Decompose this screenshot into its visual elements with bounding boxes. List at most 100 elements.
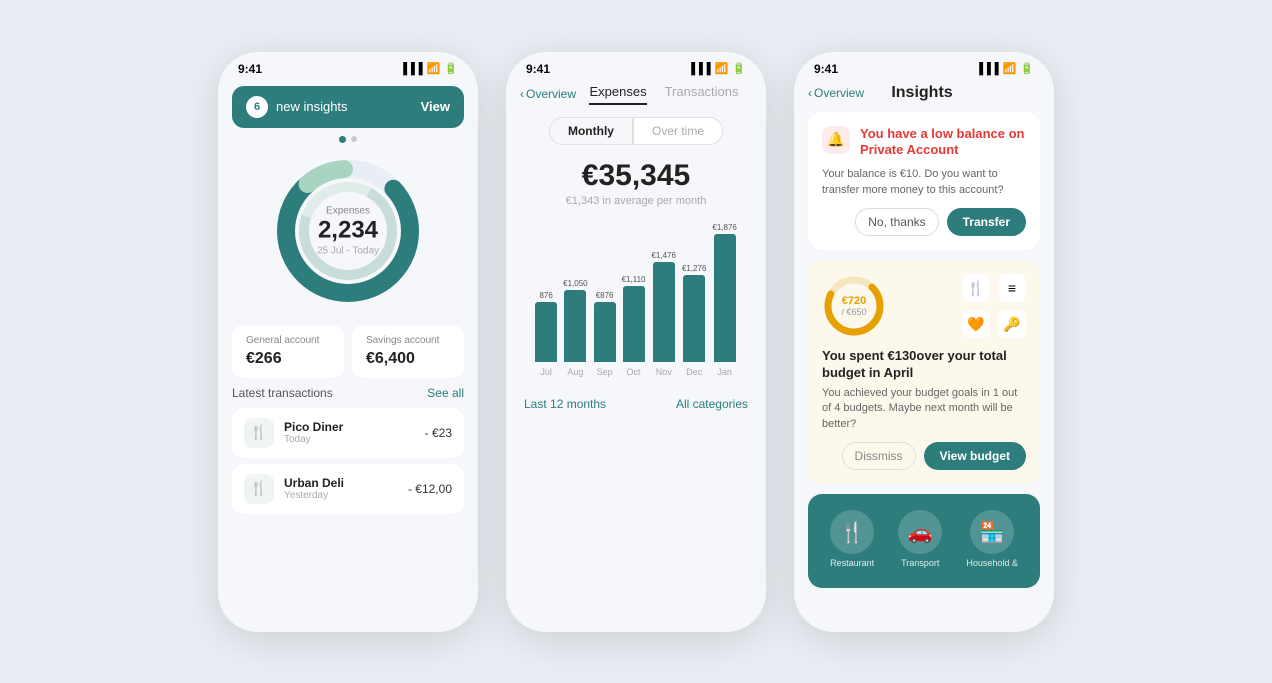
budget-donut: €720 / €650 <box>822 274 886 338</box>
bar-col-jan: €1,876 Jan <box>712 223 736 377</box>
tab-transactions[interactable]: Transactions <box>665 84 739 105</box>
bar-col-sep: €876 Sep <box>594 291 616 377</box>
bar-amount-oct: €1,110 <box>622 275 646 284</box>
budget-icons-grid: 🍴 ≡ 🧡 🔑 <box>962 274 1026 338</box>
general-account-card[interactable]: General account €266 <box>232 325 344 378</box>
bar-amount-nov: €1,476 <box>651 251 675 260</box>
low-balance-header: 🔔 You have a low balance on Private Acco… <box>822 126 1026 160</box>
battery-icon: 🔋 <box>444 62 458 75</box>
dismiss-btn[interactable]: Dissmiss <box>842 442 916 470</box>
low-balance-actions: No, thanks Transfer <box>822 208 1026 236</box>
cat-item-restaurant[interactable]: 🍴 Restaurant <box>830 510 874 568</box>
phone-2: 9:41 ▐▐▐ 📶 🔋 ‹ Overview Expenses Transac… <box>506 52 766 632</box>
wifi-icon: 📶 <box>1003 62 1017 75</box>
cat-icon-transport: 🚗 <box>898 510 942 554</box>
filter-overtime-btn[interactable]: Over time <box>633 117 723 145</box>
bar-col-nov: €1,476 Nov <box>651 251 675 377</box>
dot-inactive[interactable] <box>351 136 357 142</box>
budget-donut-amount: €720 <box>841 295 866 307</box>
budget-icon-1: 🍴 <box>962 274 990 302</box>
tx-info-2: Urban Deli Yesterday <box>284 476 408 501</box>
status-icons-3: ▐▐▐ 📶 🔋 <box>975 62 1034 75</box>
cat-icon-restaurant: 🍴 <box>830 510 874 554</box>
budget-actions: Dissmiss View budget <box>822 442 1026 470</box>
bar-chart: 876 Jul €1,050 Aug €876 Sep €1,110 <box>506 217 766 377</box>
bar-rect-oct <box>623 286 645 362</box>
tx-info-1: Pico Diner Today <box>284 420 425 445</box>
insight-banner[interactable]: 6 new insights View <box>232 86 464 128</box>
cat-item-household[interactable]: 🏪 Household & <box>966 510 1018 568</box>
filter-monthly-btn[interactable]: Monthly <box>549 117 633 145</box>
dots-row <box>218 136 478 143</box>
table-row[interactable]: 🍴 Pico Diner Today - €23 <box>232 408 464 458</box>
insights-back-btn[interactable]: ‹ Overview <box>808 86 864 100</box>
cat-item-transport[interactable]: 🚗 Transport <box>898 510 942 568</box>
savings-account-value: €6,400 <box>366 350 450 368</box>
savings-account-card[interactable]: Savings account €6,400 <box>352 325 464 378</box>
cat-label-transport: Transport <box>901 558 939 568</box>
bell-icon: 🔔 <box>822 126 850 154</box>
view-budget-btn[interactable]: View budget <box>924 442 1026 470</box>
tx-name-2: Urban Deli <box>284 476 408 490</box>
transactions-title: Latest transactions <box>232 386 333 400</box>
bar-rect-jul <box>535 302 557 362</box>
budget-desc: You achieved your budget goals in 1 out … <box>822 386 1026 432</box>
transactions-section: Latest transactions See all 🍴 Pico Diner… <box>232 386 464 514</box>
budget-card: €720 / €650 🍴 ≡ 🧡 🔑 You spent €130over y… <box>808 260 1040 484</box>
nav-back-label: Overview <box>526 87 576 101</box>
transfer-btn[interactable]: Transfer <box>947 208 1026 236</box>
bar-col-oct: €1,110 Oct <box>622 275 646 377</box>
tx-amount-1: - €23 <box>425 426 452 440</box>
bar-month-aug: Aug <box>567 367 583 377</box>
insight-count: 6 <box>246 96 268 118</box>
category-icons-row: 🍴 Restaurant 🚗 Transport 🏪 Household & <box>818 510 1030 568</box>
phone-3: 9:41 ▐▐▐ 📶 🔋 ‹ Overview Insights <box>794 52 1054 632</box>
budget-donut-center: €720 / €650 <box>841 295 866 317</box>
bar-rect-dec <box>683 275 705 362</box>
bar-amount-jan: €1,876 <box>712 223 736 232</box>
bar-col-dec: €1,276 Dec <box>682 264 706 377</box>
last-12-months-btn[interactable]: Last 12 months <box>524 397 606 411</box>
tab-expenses[interactable]: Expenses <box>589 84 646 105</box>
bar-month-nov: Nov <box>656 367 672 377</box>
chart-footer: Last 12 months All categories <box>506 387 766 411</box>
time-1: 9:41 <box>238 62 262 76</box>
bar-month-dec: Dec <box>686 367 702 377</box>
bar-month-jul: Jul <box>540 367 552 377</box>
tx-date-1: Today <box>284 434 425 445</box>
low-balance-desc: Your balance is €10. Do you want to tran… <box>822 167 1026 198</box>
bar-amount-aug: €1,050 <box>563 279 587 288</box>
filter-row: Monthly Over time <box>506 117 766 145</box>
nav-back-btn[interactable]: ‹ Overview <box>520 87 576 101</box>
tx-amount-2: - €12,00 <box>408 482 452 496</box>
donut-center: Expenses 2,234 25 Jul - Today <box>317 205 379 256</box>
bar-month-oct: Oct <box>627 367 641 377</box>
budget-icon-3: 🧡 <box>962 310 990 338</box>
category-card: 🍴 Restaurant 🚗 Transport 🏪 Household & <box>808 494 1040 588</box>
nav-row: ‹ Overview Expenses Transactions <box>506 80 766 107</box>
insight-view-btn[interactable]: View <box>421 99 450 114</box>
donut-label: Expenses <box>317 205 379 216</box>
status-icons-2: ▐▐▐ 📶 🔋 <box>687 62 746 75</box>
bar-month-jan: Jan <box>717 367 732 377</box>
see-all-btn[interactable]: See all <box>427 386 464 400</box>
table-row[interactable]: 🍴 Urban Deli Yesterday - €12,00 <box>232 464 464 514</box>
bar-rect-aug <box>564 290 586 362</box>
back-chevron-icon-3: ‹ <box>808 86 812 100</box>
time-2: 9:41 <box>526 62 550 76</box>
cat-label-restaurant: Restaurant <box>830 558 874 568</box>
signal-icon: ▐▐▐ <box>975 63 998 75</box>
battery-icon: 🔋 <box>1020 62 1034 75</box>
signal-icon: ▐▐▐ <box>687 63 710 75</box>
status-bar-3: 9:41 ▐▐▐ 📶 🔋 <box>794 52 1054 80</box>
all-categories-btn[interactable]: All categories <box>676 397 748 411</box>
tx-icon-1: 🍴 <box>244 418 274 448</box>
bar-rect-nov <box>653 262 675 362</box>
bar-col-aug: €1,050 Aug <box>563 279 587 377</box>
no-thanks-btn[interactable]: No, thanks <box>855 208 938 236</box>
donut-date: 25 Jul - Today <box>317 245 379 256</box>
bar-amount-jul: 876 <box>539 291 552 300</box>
bar-rect-jan <box>714 234 736 362</box>
phones-container: 9:41 ▐▐▐ 📶 🔋 6 new insights View <box>218 52 1054 632</box>
dot-active[interactable] <box>339 136 346 143</box>
